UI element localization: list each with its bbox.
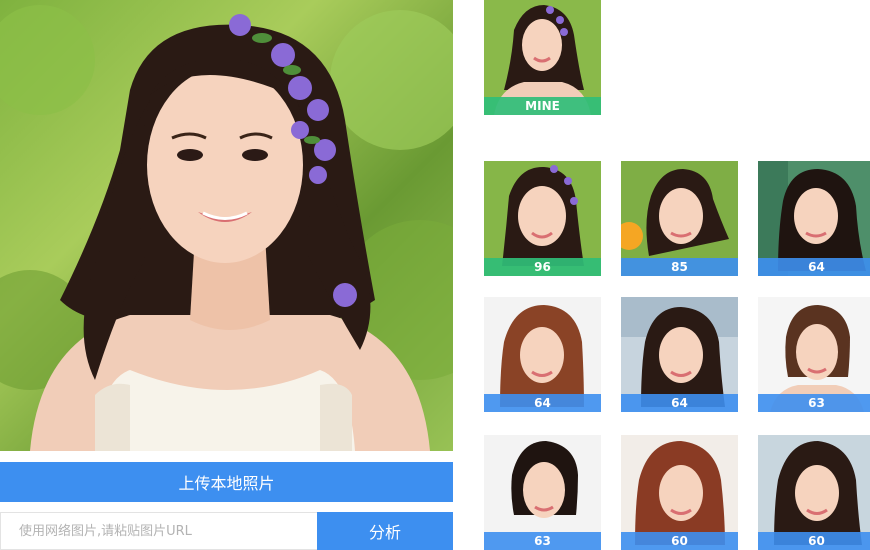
result-thumbnail[interactable]: 60 [758, 435, 870, 550]
upload-local-photo-button[interactable]: 上传本地照片 [0, 462, 453, 502]
match-score: 60 [621, 532, 738, 550]
image-url-input[interactable] [0, 512, 317, 550]
result-thumbnail[interactable]: 60 [621, 435, 738, 550]
match-score: 64 [484, 394, 601, 412]
match-score: 63 [758, 394, 870, 412]
main-photo [0, 0, 453, 451]
match-score: 64 [758, 258, 870, 276]
result-thumbnail[interactable]: 63 [758, 297, 870, 412]
mine-label: MINE [484, 97, 601, 115]
match-score: 64 [621, 394, 738, 412]
result-thumbnail[interactable]: 64 [621, 297, 738, 412]
result-thumbnail[interactable]: 64 [484, 297, 601, 412]
match-score: 60 [758, 532, 870, 550]
match-score: 96 [484, 258, 601, 276]
analyze-button[interactable]: 分析 [317, 512, 453, 550]
mine-thumbnail[interactable]: MINE [484, 0, 601, 115]
result-thumbnail[interactable]: 85 [621, 161, 738, 276]
match-score: 85 [621, 258, 738, 276]
result-thumbnail[interactable]: 63 [484, 435, 601, 550]
url-row: 分析 [0, 512, 453, 550]
result-thumbnail[interactable]: 64 [758, 161, 870, 276]
result-thumbnail[interactable]: 96 [484, 161, 601, 276]
portrait-photo-icon [0, 5, 453, 451]
match-score: 63 [484, 532, 601, 550]
